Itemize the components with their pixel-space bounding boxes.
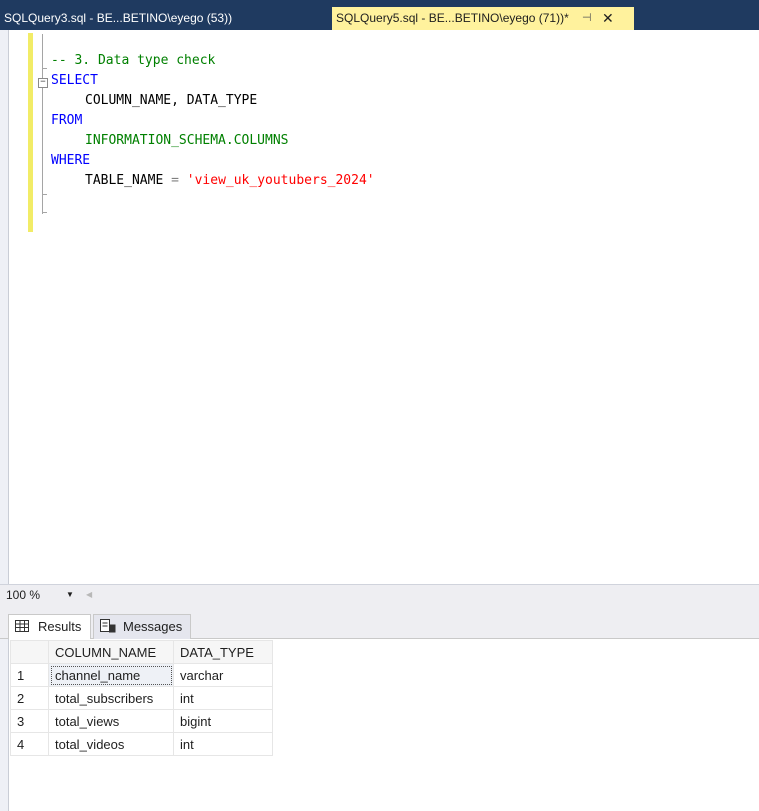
close-icon[interactable]: ✕ [602,7,614,30]
grid-cell[interactable]: varchar [173,663,273,687]
table-row[interactable]: 2 total_subscribers int [10,686,273,710]
row-number[interactable]: 1 [10,663,49,687]
outline-tick [42,68,47,69]
pin-icon[interactable]: ⊣ [582,7,592,30]
code-condition-value: 'view_uk_youtubers_2024' [186,173,375,188]
row-number[interactable]: 2 [10,686,49,710]
tab-results-label: Results [38,619,82,634]
results-tab-strip: Results Messages [0,605,759,639]
grid-cell[interactable]: total_subscribers [48,686,174,710]
grid-cell[interactable]: int [173,686,273,710]
editor-margin [0,30,9,584]
results-grid-area: COLUMN_NAME DATA_TYPE 1 channel_name var… [0,639,759,811]
messages-icon [100,619,116,633]
tab-label: SQLQuery5.sql - BE...BETINO\eyego (71))* [336,11,569,25]
column-header[interactable]: COLUMN_NAME [48,640,174,664]
chevron-down-icon[interactable]: ▼ [66,586,74,604]
table-row[interactable]: 1 channel_name varchar [10,663,273,687]
scroll-left-icon[interactable]: ◀ [86,586,92,604]
code-comment: -- 3. Data type check [51,53,216,68]
zoom-bar: 100 % ▼ ◀ [0,584,759,605]
code-condition-operator: = [171,173,179,188]
tab-results[interactable]: Results [8,614,91,639]
grid-cell[interactable]: total_videos [48,732,174,756]
code-columns: COLUMN_NAME, DATA_TYPE [85,93,258,108]
code-from-keyword: FROM [51,113,83,128]
grid-cell[interactable]: int [173,732,273,756]
results-grid[interactable]: COLUMN_NAME DATA_TYPE 1 channel_name var… [10,640,273,756]
tab-messages-label: Messages [123,619,183,634]
row-number[interactable]: 3 [10,709,49,733]
code-where-keyword: WHERE [51,153,91,168]
code-select-keyword: SELECT [51,73,98,88]
row-number[interactable]: 4 [10,732,49,756]
grid-cell[interactable]: bigint [173,709,273,733]
query-editor[interactable]: − -- 3. Data type check SELECT COLUMN_NA… [0,30,759,584]
row-number-header[interactable] [10,640,49,664]
outline-tick [42,194,47,195]
code-condition: TABLE_NAME = 'view_uk_youtubers_2024' [85,171,375,191]
grid-icon [15,620,29,632]
grid-header-row: COLUMN_NAME DATA_TYPE [10,640,273,664]
zoom-dropdown[interactable]: 100 % ▼ [1,586,80,604]
zoom-value: 100 % [6,588,41,602]
tab-label: SQLQuery3.sql - BE...BETINO\eyego (53)) [4,11,233,25]
column-header[interactable]: DATA_TYPE [173,640,273,664]
outline-tick [42,212,47,213]
code-condition-ident: TABLE_NAME [85,173,164,188]
document-tab-strip: SQLQuery3.sql - BE...BETINO\eyego (53)) … [0,0,759,30]
code-source: INFORMATION_SCHEMA.COLUMNS [85,133,289,148]
tab-messages[interactable]: Messages [93,614,191,639]
grid-cell[interactable]: channel_name [48,663,174,687]
tab-sqlquery3[interactable]: SQLQuery3.sql - BE...BETINO\eyego (53)) [0,7,320,30]
change-indicator-bar [28,33,33,232]
grid-margin [0,639,9,811]
tab-sqlquery5[interactable]: SQLQuery5.sql - BE...BETINO\eyego (71))*… [332,7,634,30]
grid-cell[interactable]: total_views [48,709,174,733]
table-row[interactable]: 4 total_videos int [10,732,273,756]
outline-rail [42,34,44,214]
table-row[interactable]: 3 total_views bigint [10,709,273,733]
collapse-icon[interactable]: − [38,78,48,88]
